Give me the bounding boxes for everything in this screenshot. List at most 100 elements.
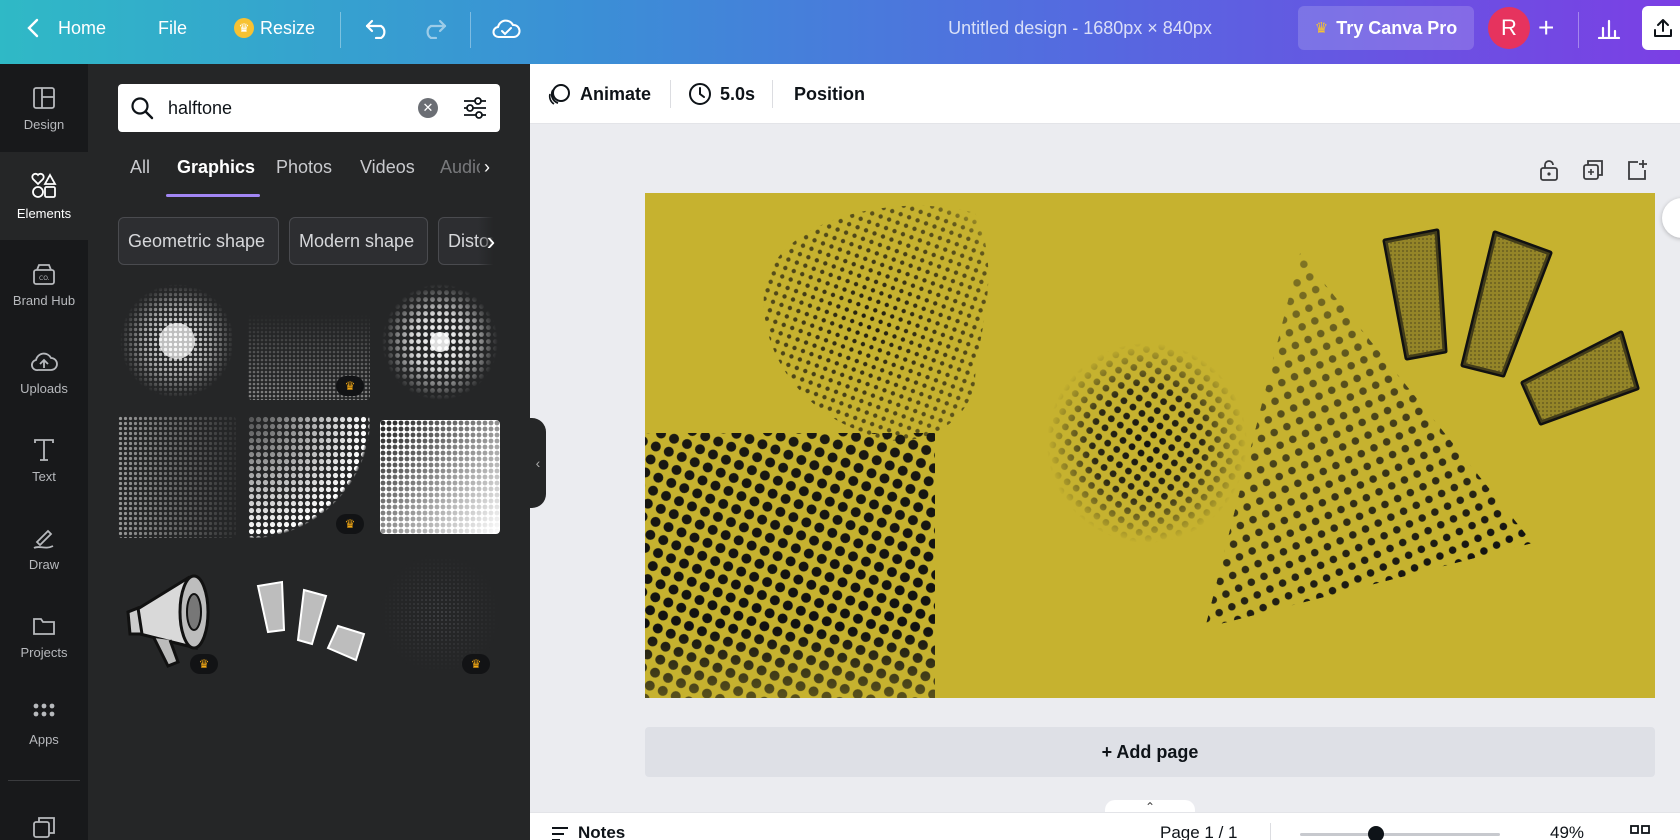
resize-label: Resize — [260, 17, 316, 38]
active-tab-indicator — [166, 194, 260, 197]
add-page-button[interactable]: + Add page — [645, 727, 1655, 777]
animate-button[interactable]: Animate — [548, 64, 651, 124]
analytics-bar-chart-icon[interactable] — [1596, 0, 1622, 56]
halftone-vertical-fade-thumbnail[interactable] — [118, 416, 236, 538]
tab-graphics[interactable]: Graphics — [177, 144, 255, 190]
try-canva-pro-button[interactable]: ♛ Try Canva Pro — [1298, 6, 1474, 50]
duplicate-page-icon[interactable] — [32, 816, 56, 840]
category-tabs: All Graphics Photos Videos Audio › — [88, 144, 530, 190]
divider — [1578, 12, 1579, 48]
search-icon — [131, 97, 154, 120]
notes-button[interactable]: Notes — [578, 823, 625, 840]
grid-view-icon[interactable] — [1630, 825, 1650, 840]
redo-icon[interactable] — [420, 0, 448, 56]
add-page-icon[interactable] — [1622, 155, 1652, 185]
rail-item-uploads[interactable]: Uploads — [0, 328, 88, 416]
duration-label: 5.0s — [720, 83, 756, 104]
document-title[interactable]: Untitled design - 1680px × 840px — [900, 0, 1260, 56]
crown-icon: ♛ — [344, 517, 356, 531]
duration-button[interactable]: 5.0s — [688, 64, 755, 124]
halftone-gradient-thumbnail[interactable]: ♛ — [248, 314, 370, 400]
animate-label: Animate — [580, 83, 652, 104]
rail-label: Uploads — [20, 380, 68, 396]
elements-panel: halftone ✕ All Graphics Photos Videos Au… — [88, 64, 530, 840]
zoom-slider-track[interactable] — [1300, 833, 1500, 836]
design-canvas[interactable] — [645, 193, 1655, 698]
bottom-bar: Notes Page 1 / 1 49% — [530, 812, 1680, 840]
tab-photos[interactable]: Photos — [276, 144, 332, 190]
rail-label: Draw — [28, 556, 60, 572]
share-upload-icon — [1654, 19, 1672, 37]
duplicate-page-icon[interactable] — [1578, 155, 1608, 185]
zoom-level[interactable]: 49% — [1550, 823, 1584, 840]
rail-label: Text — [32, 468, 56, 484]
rail-label: Elements — [16, 205, 72, 221]
filter-sliders-icon[interactable] — [462, 96, 488, 120]
folder-icon — [33, 617, 55, 635]
page-indicator[interactable]: Page 1 / 1 — [1160, 823, 1238, 840]
crown-icon: ♛ — [234, 18, 254, 38]
chip-geometric-shape[interactable]: Geometric shape — [118, 217, 279, 265]
rail-item-brand-hub[interactable]: CO. Brand Hub — [0, 240, 88, 328]
apps-grid-icon — [33, 703, 55, 716]
rail-label: Projects — [20, 644, 68, 660]
undo-icon[interactable] — [364, 0, 392, 56]
tab-all[interactable]: All — [130, 144, 150, 190]
share-button[interactable] — [1642, 6, 1680, 50]
pen-icon — [33, 529, 54, 549]
collapse-panel-handle[interactable]: ‹ — [530, 418, 546, 508]
rail-item-apps[interactable]: Apps — [0, 680, 88, 768]
rail-item-draw[interactable]: Draw — [0, 504, 88, 592]
rail-label: Design — [23, 116, 65, 132]
chip-modern-shape[interactable]: Modern shape — [289, 217, 428, 265]
tab-audio[interactable]: Audio — [440, 144, 480, 190]
rail-item-text[interactable]: Text — [0, 416, 88, 504]
halftone-radial-glow-thumbnail[interactable] — [118, 282, 236, 400]
halftone-burst-lines-thumbnail[interactable] — [248, 560, 370, 670]
back-chevron-icon[interactable] — [26, 0, 40, 56]
resize-button[interactable]: ♛ Resize — [234, 0, 315, 56]
rail-item-elements[interactable]: Elements — [0, 152, 88, 240]
notes-icon[interactable] — [550, 825, 570, 840]
divider — [670, 80, 671, 108]
halftone-megaphone-thumbnail[interactable]: ♛ — [118, 550, 238, 674]
animate-icon — [548, 84, 570, 105]
home-button[interactable]: Home — [58, 0, 106, 56]
tabs-scroll-right-icon[interactable]: › — [484, 144, 490, 190]
try-pro-label: Try Canva Pro — [1336, 17, 1458, 38]
cloud-saved-icon[interactable] — [491, 0, 521, 56]
top-bar: Home File ♛ Resize Untitled design - 168… — [0, 0, 1680, 64]
rail-item-projects[interactable]: Projects — [0, 592, 88, 680]
elements-icon — [31, 172, 57, 198]
add-collaborator-icon[interactable]: + — [1538, 0, 1554, 56]
chips-scroll-right-icon[interactable]: › — [478, 217, 504, 265]
crown-icon: ♛ — [344, 379, 356, 393]
search-box[interactable]: halftone ✕ — [118, 84, 500, 132]
divider — [1270, 823, 1271, 840]
svg-text:CO.: CO. — [39, 275, 50, 282]
file-menu-button[interactable]: File — [158, 0, 187, 56]
halftone-dark-noise-thumbnail[interactable]: ♛ — [380, 554, 500, 674]
clock-icon — [689, 83, 711, 105]
rail-label: Apps — [29, 731, 59, 747]
user-avatar[interactable]: R — [1488, 7, 1530, 49]
clear-search-icon[interactable]: ✕ — [418, 98, 438, 118]
rail-item-design[interactable]: Design — [0, 64, 88, 152]
halftone-sphere-thumbnail[interactable] — [380, 282, 500, 402]
divider — [772, 80, 773, 108]
pro-badge: ♛ — [190, 654, 218, 674]
search-input[interactable]: halftone — [168, 84, 232, 132]
zoom-slider-thumb[interactable] — [1368, 826, 1384, 840]
lock-page-icon[interactable] — [1534, 155, 1564, 185]
burst-lines-graphic[interactable] — [1382, 228, 1640, 426]
divider — [8, 780, 80, 781]
pro-badge: ♛ — [336, 514, 364, 534]
canvas-side-control[interactable] — [1662, 198, 1680, 238]
crown-icon: ♛ — [470, 657, 482, 671]
position-button[interactable]: Position — [794, 64, 865, 124]
rail-label: Brand Hub — [12, 292, 76, 308]
divider — [340, 12, 341, 48]
halftone-quarter-circle-thumbnail[interactable]: ♛ — [248, 416, 370, 538]
tab-videos[interactable]: Videos — [360, 144, 415, 190]
halftone-diagonal-square-thumbnail[interactable] — [380, 420, 500, 534]
